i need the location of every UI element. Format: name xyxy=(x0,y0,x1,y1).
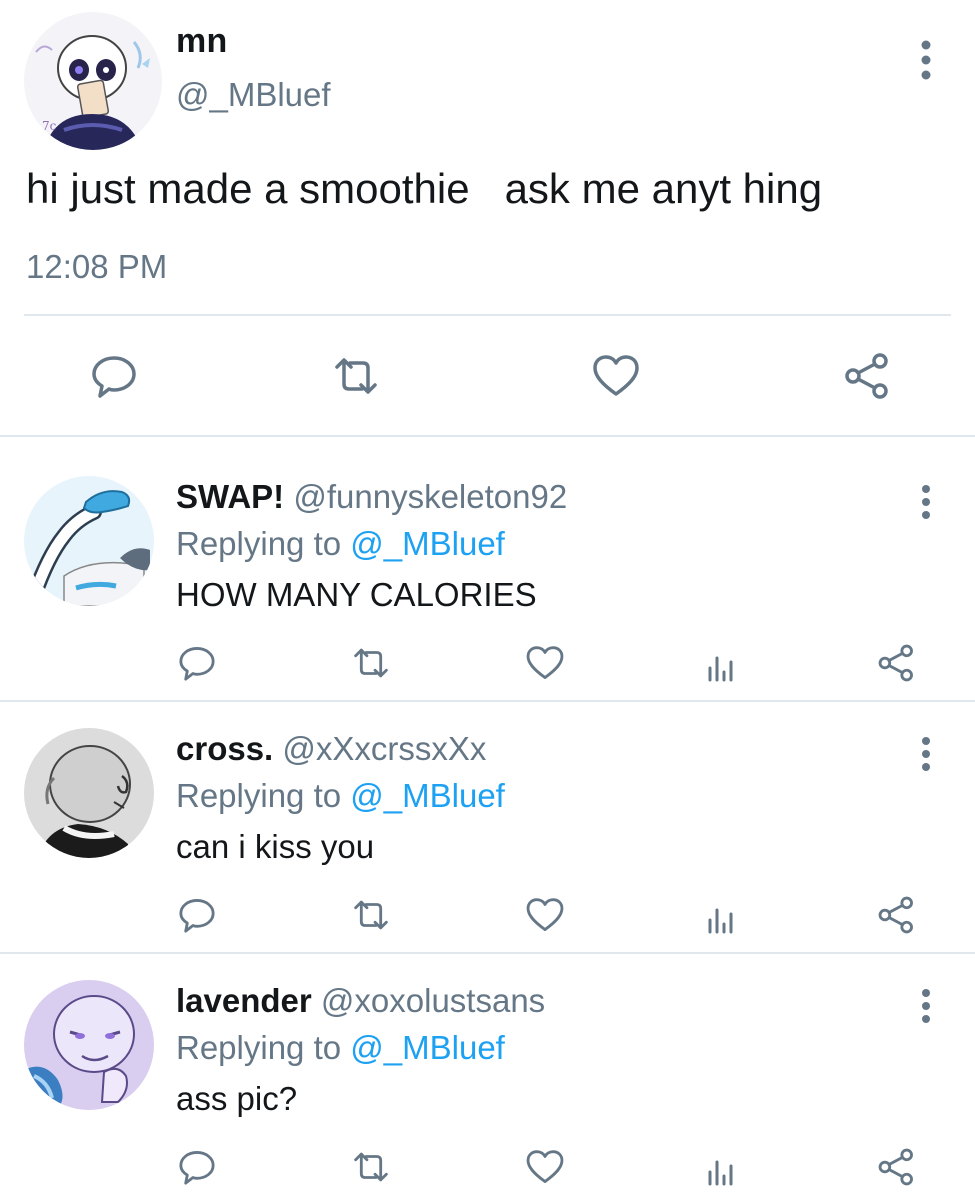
reply-header: lavender @xoxolustsans xyxy=(176,982,545,1020)
share-icon[interactable] xyxy=(842,350,894,402)
divider xyxy=(24,314,951,316)
analytics-icon[interactable] xyxy=(700,894,742,936)
share-icon[interactable] xyxy=(876,894,918,936)
reply-author-handle[interactable]: @funnyskeleton92 xyxy=(293,478,567,515)
replying-to-label: Replying to xyxy=(176,1029,342,1066)
retweet-icon[interactable] xyxy=(350,1146,392,1188)
more-options-icon[interactable] xyxy=(914,986,938,1026)
reply-tweet[interactable]: SWAP! @funnyskeleton92 Replying to @_MBl… xyxy=(0,440,975,692)
replying-to: Replying to @_MBluef xyxy=(176,1029,505,1067)
more-options-icon[interactable] xyxy=(914,38,938,82)
skeleton-avatar-icon[interactable]: 7c xyxy=(24,12,162,150)
more-options-icon[interactable] xyxy=(914,734,938,774)
main-tweet: 7c mn @_MBluef hi just made a smoothie a… xyxy=(0,0,975,436)
reply-tweet[interactable]: cross. @xXxcrssxXx Replying to @_MBluef … xyxy=(0,692,975,944)
flexing-arm-avatar-icon[interactable] xyxy=(24,476,154,606)
reply-author-handle[interactable]: @xoxolustsans xyxy=(321,982,545,1019)
mention-link[interactable]: @_MBluef xyxy=(350,1029,505,1066)
reply-header: cross. @xXxcrssxXx xyxy=(176,730,486,768)
reply-text: ass pic? xyxy=(176,1080,298,1117)
retweet-icon[interactable] xyxy=(350,894,392,936)
more-options-icon[interactable] xyxy=(914,482,938,522)
mention-link[interactable]: @_MBluef xyxy=(350,777,505,814)
svg-text:7c: 7c xyxy=(42,119,57,133)
like-icon[interactable] xyxy=(524,642,566,684)
replying-to-label: Replying to xyxy=(176,525,342,562)
tweet-timestamp: 12:08 PM xyxy=(26,248,168,285)
analytics-icon[interactable] xyxy=(700,642,742,684)
tweet-text: hi just made a smoothie ask me anyt hing xyxy=(26,165,823,212)
reply-icon[interactable] xyxy=(88,350,140,402)
reply-icon[interactable] xyxy=(176,642,218,684)
like-icon[interactable] xyxy=(524,1146,566,1188)
reply-text: can i kiss you xyxy=(176,828,375,865)
reply-author-name[interactable]: lavender xyxy=(176,982,312,1019)
like-icon[interactable] xyxy=(590,350,642,402)
divider xyxy=(0,435,975,437)
reply-text: HOW MANY CALORIES xyxy=(176,576,537,613)
analytics-icon[interactable] xyxy=(700,1146,742,1188)
reply-author-name[interactable]: cross. xyxy=(176,730,273,767)
grayscale-skeleton-avatar-icon[interactable] xyxy=(24,728,154,858)
author-handle[interactable]: @_MBluef xyxy=(176,76,331,114)
reply-author-handle[interactable]: @xXxcrssxXx xyxy=(282,730,486,767)
share-icon[interactable] xyxy=(876,1146,918,1188)
like-icon[interactable] xyxy=(524,894,566,936)
share-icon[interactable] xyxy=(876,642,918,684)
replying-to: Replying to @_MBluef xyxy=(176,525,505,563)
purple-skeleton-avatar-icon[interactable] xyxy=(24,980,154,1110)
replying-to-label: Replying to xyxy=(176,777,342,814)
reply-tweet[interactable]: lavender @xoxolustsans Replying to @_MBl… xyxy=(0,944,975,1196)
retweet-icon[interactable] xyxy=(350,642,392,684)
reply-header: SWAP! @funnyskeleton92 xyxy=(176,478,567,516)
replying-to: Replying to @_MBluef xyxy=(176,777,505,815)
retweet-icon[interactable] xyxy=(330,350,382,402)
mention-link[interactable]: @_MBluef xyxy=(350,525,505,562)
author-name[interactable]: mn xyxy=(176,22,228,61)
reply-icon[interactable] xyxy=(176,1146,218,1188)
reply-author-name[interactable]: SWAP! xyxy=(176,478,284,515)
reply-icon[interactable] xyxy=(176,894,218,936)
